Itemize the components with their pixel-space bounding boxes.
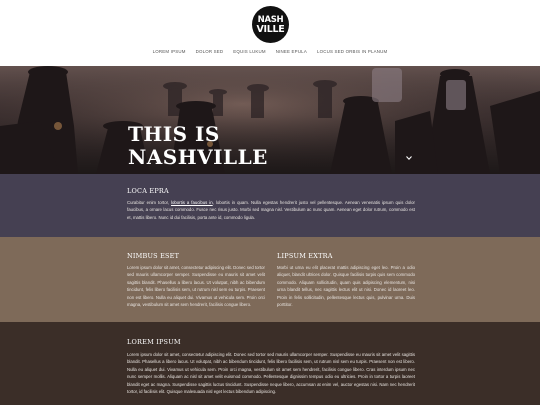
hero-title-line-2: NASHVILLE: [128, 145, 268, 169]
nashville-logo[interactable]: NASH VILLE: [252, 6, 289, 43]
hero-banner: THIS IS NASHVILLE: [0, 66, 540, 174]
hero-riders-image: [0, 66, 540, 174]
nav-item-locus-sed-orbis[interactable]: LOCUS SED ORBIS IN PLANUM: [312, 49, 392, 54]
column-left-heading: NIMBUS ESET: [127, 252, 180, 260]
nav-item-ninee-epula[interactable]: NINEE EPULA: [271, 49, 312, 54]
nav-item-lorem-ipsum[interactable]: LOREM IPSUM: [148, 49, 191, 54]
column-right-heading: LIPSUM EXTRA: [277, 252, 333, 260]
chevron-down-icon[interactable]: [405, 154, 413, 162]
site-header: NASH VILLE LOREM IPSUM DOLOR SED EQUIS L…: [0, 0, 540, 66]
inline-link[interactable]: lobortis a faucibus in: [171, 200, 213, 205]
section-text: Lorem ipsum dolor sit amet, consectetur …: [127, 352, 415, 395]
main-nav: LOREM IPSUM DOLOR SED EQUIS LUKUM NINEE …: [0, 49, 540, 54]
nav-item-dolor-sed[interactable]: DOLOR SED: [191, 49, 229, 54]
section-two-columns: NIMBUS ESET Lorem ipsum dolor sit amet, …: [0, 237, 540, 322]
hero-title: THIS IS NASHVILLE: [128, 123, 268, 169]
hero-title-line-1: THIS IS: [128, 122, 220, 146]
section-loca-epra: LOCA EPRA Curabitur enim tortor, loborti…: [0, 174, 540, 237]
column-left-text: Lorem ipsum dolor sit amet, consectetur …: [127, 265, 265, 308]
section-text: Curabitur enim tortor, lobortis a faucib…: [127, 199, 415, 221]
section-lorem-ipsum: LOREM IPSUM Lorem ipsum dolor sit amet, …: [0, 322, 540, 405]
section-heading: LOCA EPRA: [127, 187, 169, 195]
section-text-start: Curabitur enim tortor,: [127, 200, 172, 205]
nav-item-equis-lukum[interactable]: EQUIS LUKUM: [228, 49, 270, 54]
column-right-text: Morbi ut urna eu elit placerat mattis ad…: [277, 265, 415, 308]
section-heading: LOREM IPSUM: [127, 338, 181, 346]
logo-line-2: VILLE: [256, 23, 285, 35]
